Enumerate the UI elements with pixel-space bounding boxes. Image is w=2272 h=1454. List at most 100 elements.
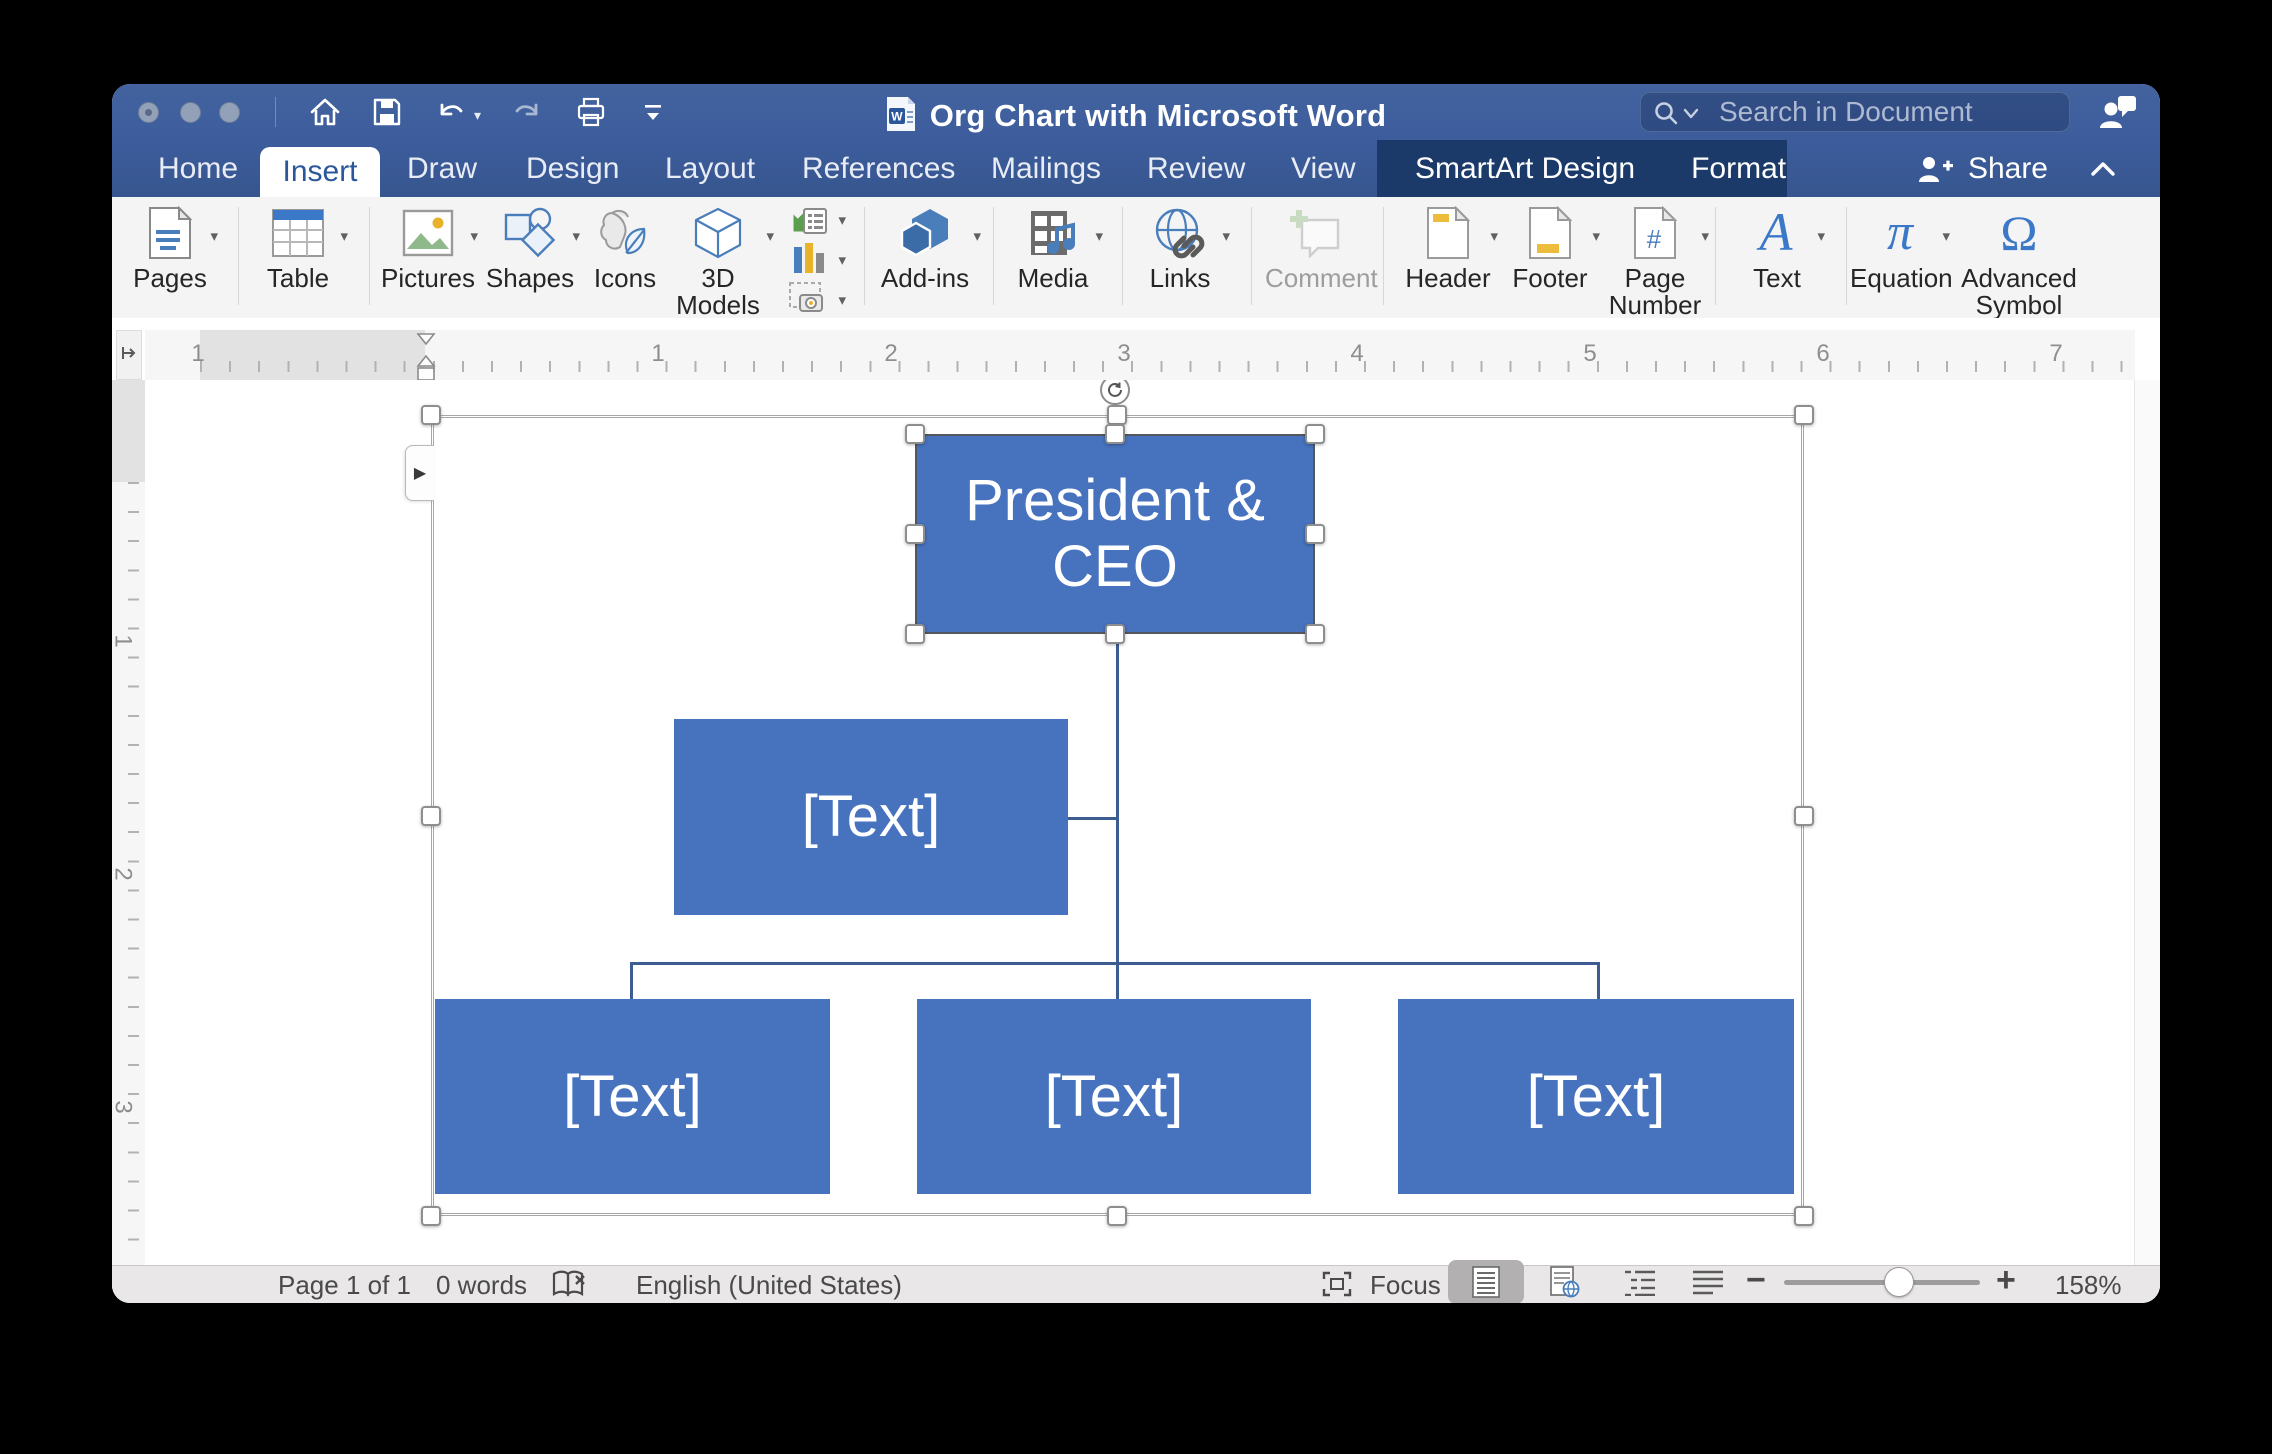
pages-button[interactable]: ▾ Pages	[120, 197, 220, 318]
home-icon[interactable]	[308, 95, 342, 129]
smartart-text-pane-toggle[interactable]: ▶	[405, 445, 434, 501]
connector-root-vertical[interactable]	[1116, 634, 1119, 964]
share-button[interactable]: Share	[1968, 152, 2048, 186]
rotation-handle[interactable]	[1100, 380, 1130, 405]
spellcheck-icon[interactable]	[552, 1270, 590, 1302]
focus-button[interactable]: Focus	[1370, 1269, 1441, 1301]
chart-button[interactable]: ▾	[788, 241, 846, 279]
zoom-slider-track[interactable]	[1784, 1267, 1980, 1297]
web-layout-view-button[interactable]	[1527, 1260, 1603, 1303]
tab-mailings[interactable]: Mailings	[991, 140, 1101, 197]
frame-handle-mid-right[interactable]	[1794, 806, 1814, 826]
frame-handle-top-right[interactable]	[1794, 405, 1814, 425]
dropdown-arrow-icon[interactable]: ▾	[973, 227, 981, 245]
links-button[interactable]: ▾ Links	[1130, 197, 1230, 318]
connector-drop-center[interactable]	[1116, 962, 1119, 999]
shape-handle-bottom-center[interactable]	[1105, 624, 1125, 644]
tab-home[interactable]: Home	[158, 140, 238, 197]
equation-button[interactable]: π ▾ Equation	[1850, 197, 1953, 318]
dropdown-arrow-icon[interactable]: ▾	[470, 227, 478, 245]
outline-view-button[interactable]	[1602, 1260, 1678, 1303]
print-icon[interactable]	[574, 95, 608, 129]
shape-handle-top-right[interactable]	[1305, 424, 1325, 444]
print-layout-view-button[interactable]	[1448, 1260, 1524, 1303]
tab-smartart-design[interactable]: SmartArt Design	[1415, 152, 1635, 186]
search-input[interactable]	[1717, 95, 2061, 129]
shape-handle-bottom-left[interactable]	[905, 624, 925, 644]
page-number-button[interactable]: # ▾ Page Number	[1595, 197, 1715, 319]
scrollbar-gutter[interactable]	[2134, 380, 2160, 1266]
shape-handle-top-left[interactable]	[905, 424, 925, 444]
dropdown-arrow-icon[interactable]: ▾	[838, 251, 846, 269]
customize-toolbar-icon[interactable]	[636, 95, 670, 129]
dropdown-arrow-icon[interactable]: ▾	[1095, 227, 1103, 245]
smartart-node-child-1[interactable]: [Text]	[435, 999, 830, 1194]
shape-handle-mid-left[interactable]	[905, 524, 925, 544]
shape-handle-bottom-right[interactable]	[1305, 624, 1325, 644]
page[interactable]: ▶ President & CEO [Text] [Text] [Text] […	[145, 380, 2135, 1266]
focus-icon[interactable]	[1320, 1270, 1354, 1302]
dropdown-arrow-icon[interactable]: ▾	[210, 227, 218, 245]
zoom-out-button[interactable]: −	[1746, 1263, 1766, 1297]
zoom-slider-thumb[interactable]	[1884, 1267, 1914, 1297]
save-icon[interactable]	[370, 95, 404, 129]
search-box[interactable]	[1640, 92, 2070, 132]
redo-icon[interactable]	[510, 95, 544, 129]
tab-stop-selector[interactable]	[116, 330, 142, 380]
zoom-window-button[interactable]	[219, 102, 240, 123]
language-selector[interactable]: English (United States)	[636, 1269, 902, 1301]
header-button[interactable]: ▾ Header	[1398, 197, 1498, 318]
text-button[interactable]: A ▾ Text	[1727, 197, 1827, 318]
frame-handle-bottom-left[interactable]	[421, 1206, 441, 1226]
media-button[interactable]: ▾ Media	[1003, 197, 1103, 318]
dropdown-arrow-icon[interactable]: ▾	[838, 291, 846, 309]
shapes-button[interactable]: ▾ Shapes	[480, 197, 580, 318]
zoom-percentage[interactable]: 158%	[2055, 1269, 2122, 1301]
page-count[interactable]: Page 1 of 1	[278, 1269, 411, 1301]
connector-bus[interactable]	[630, 962, 1600, 965]
connector-drop-right[interactable]	[1597, 962, 1600, 999]
tab-view[interactable]: View	[1291, 140, 1355, 197]
zoom-in-button[interactable]: +	[1996, 1263, 2016, 1297]
frame-handle-bottom-right[interactable]	[1794, 1206, 1814, 1226]
tab-review[interactable]: Review	[1147, 140, 1245, 197]
connector-drop-left[interactable]	[630, 962, 633, 999]
close-window-button[interactable]	[138, 102, 159, 123]
table-button[interactable]: ▾ Table	[248, 197, 348, 318]
dropdown-arrow-icon[interactable]: ▾	[838, 211, 846, 229]
connector-assistant[interactable]	[1068, 817, 1118, 820]
smartart-button[interactable]: ▾	[788, 201, 846, 239]
tab-design[interactable]: Design	[526, 140, 619, 197]
footer-button[interactable]: ▾ Footer	[1500, 197, 1600, 318]
add-ins-button[interactable]: ▾ Add-ins	[865, 197, 985, 318]
shape-handle-mid-right[interactable]	[1305, 524, 1325, 544]
draft-view-button[interactable]	[1670, 1260, 1746, 1303]
word-count[interactable]: 0 words	[436, 1269, 527, 1301]
3d-models-button[interactable]: ▾ 3D Models	[658, 197, 778, 319]
pictures-button[interactable]: ▾ Pictures	[378, 197, 478, 318]
dropdown-arrow-icon[interactable]: ▾	[1222, 227, 1230, 245]
frame-handle-bottom-center[interactable]	[1107, 1206, 1127, 1226]
dropdown-arrow-icon[interactable]: ▾	[1817, 227, 1825, 245]
tab-draw[interactable]: Draw	[407, 140, 477, 197]
tab-layout[interactable]: Layout	[665, 140, 755, 197]
smartart-node-assistant[interactable]: [Text]	[674, 719, 1068, 915]
smartart-node-child-2[interactable]: [Text]	[917, 999, 1311, 1194]
dropdown-arrow-icon[interactable]: ▾	[1490, 227, 1498, 245]
undo-dropdown-arrow-icon[interactable]: ▾	[474, 107, 481, 124]
dropdown-arrow-icon[interactable]: ▾	[1942, 227, 1950, 245]
shape-handle-top-center[interactable]	[1105, 424, 1125, 444]
dropdown-arrow-icon[interactable]: ▾	[1701, 227, 1709, 245]
collapse-ribbon-icon[interactable]	[2086, 158, 2120, 180]
frame-handle-top-left[interactable]	[421, 405, 441, 425]
frame-handle-top-center[interactable]	[1107, 405, 1127, 425]
tab-insert[interactable]: Insert	[260, 147, 380, 197]
smartart-node-child-3[interactable]: [Text]	[1398, 999, 1794, 1194]
tab-references[interactable]: References	[802, 140, 955, 197]
advanced-symbol-button[interactable]: Ω Advanced Symbol	[1957, 197, 2081, 319]
frame-handle-mid-left[interactable]	[421, 806, 441, 826]
smartart-node-root[interactable]: President & CEO	[915, 434, 1315, 634]
undo-icon[interactable]	[434, 95, 468, 129]
dropdown-arrow-icon[interactable]: ▾	[340, 227, 348, 245]
tab-format[interactable]: Format	[1691, 152, 1786, 186]
